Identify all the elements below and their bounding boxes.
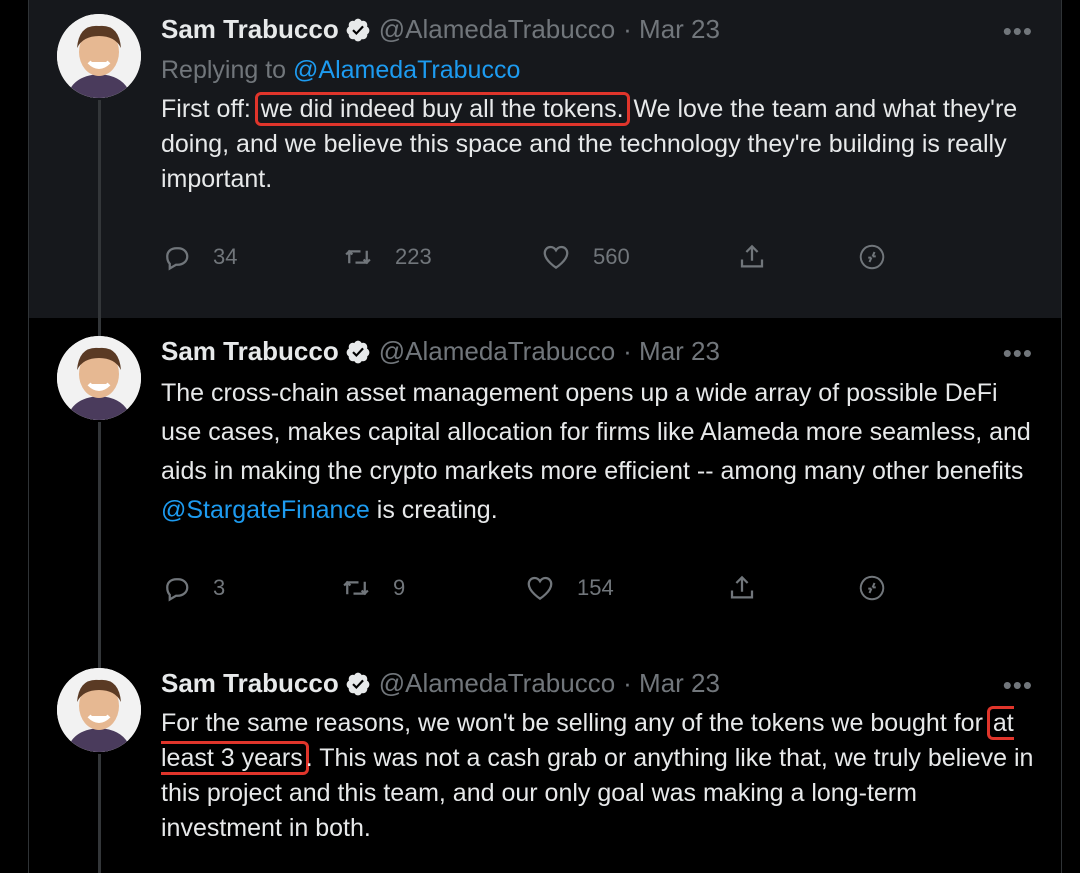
avatar[interactable] <box>57 668 141 752</box>
share-icon <box>730 575 754 599</box>
tweet-text-part: is creating. <box>369 496 498 524</box>
heart-icon <box>543 245 569 269</box>
thread-line <box>98 318 101 336</box>
tweet-date[interactable]: · Mar 23 <box>623 14 720 45</box>
tweet-text: The cross-chain asset management opens u… <box>161 374 1041 530</box>
highlighted-text: we did indeed buy all the tokens. <box>254 92 630 126</box>
tweet-1[interactable]: Sam Trabucco @AlamedaTrabucco · Mar 23 •… <box>29 0 1061 318</box>
more-options-icon[interactable]: ••• <box>1003 338 1033 369</box>
retweet-button[interactable]: 223 <box>343 237 432 277</box>
tweet-header: Sam Trabucco @AlamedaTrabucco · Mar 23 <box>161 14 720 45</box>
tweet-actions: 3 9 154 <box>161 568 921 608</box>
heart-icon <box>527 576 553 600</box>
tweet-date[interactable]: · Mar 23 <box>623 336 720 367</box>
avatar[interactable] <box>57 336 141 420</box>
share-icon <box>740 244 764 268</box>
tweet-text-part: First off: <box>161 95 258 123</box>
analytics-icon <box>859 575 885 601</box>
timeline-column: Sam Trabucco @AlamedaTrabucco · Mar 23 •… <box>28 0 1062 873</box>
like-button[interactable]: 154 <box>525 568 614 608</box>
verified-badge-icon <box>346 18 370 41</box>
like-count: 154 <box>577 575 614 600</box>
retweet-icon <box>345 249 371 265</box>
tweet-text: For the same reasons, we won't be sellin… <box>161 706 1041 846</box>
reply-icon <box>166 247 189 271</box>
mention-link[interactable]: @StargateFinance <box>161 496 370 524</box>
tweet-text: First off: we did indeed buy all the tok… <box>161 92 1041 197</box>
tweet-date[interactable]: · Mar 23 <box>623 668 720 699</box>
thread-line <box>98 100 101 318</box>
like-button[interactable]: 560 <box>541 237 630 277</box>
more-options-icon[interactable]: ••• <box>1003 16 1033 47</box>
reply-icon <box>166 578 189 602</box>
share-button[interactable] <box>737 237 789 277</box>
verified-badge-icon <box>346 672 370 695</box>
verified-badge-icon <box>346 340 370 363</box>
more-options-icon[interactable]: ••• <box>1003 670 1033 701</box>
retweet-icon <box>343 580 369 596</box>
reply-button[interactable]: 3 <box>161 568 225 608</box>
author-name[interactable]: Sam Trabucco <box>161 336 339 367</box>
thread-line <box>98 650 101 668</box>
reply-count: 34 <box>213 244 238 269</box>
thread-line <box>98 754 101 873</box>
author-handle[interactable]: @AlamedaTrabucco <box>379 336 615 367</box>
tweet-header: Sam Trabucco @AlamedaTrabucco · Mar 23 <box>161 668 720 699</box>
analytics-button[interactable] <box>857 237 909 277</box>
author-name[interactable]: Sam Trabucco <box>161 668 339 699</box>
retweet-count: 223 <box>395 244 432 269</box>
retweet-button[interactable]: 9 <box>341 568 405 608</box>
reply-count: 3 <box>213 575 226 600</box>
share-button[interactable] <box>727 568 779 608</box>
tweet-header: Sam Trabucco @AlamedaTrabucco · Mar 23 <box>161 336 720 367</box>
author-name[interactable]: Sam Trabucco <box>161 14 339 45</box>
like-count: 560 <box>593 244 630 269</box>
analytics-icon <box>859 244 885 270</box>
thread-line <box>98 422 101 650</box>
tweet-actions: 34 223 560 <box>161 237 921 277</box>
tweet-3[interactable]: Sam Trabucco @AlamedaTrabucco · Mar 23 •… <box>29 650 1061 873</box>
replying-to-handle[interactable]: @AlamedaTrabucco <box>293 56 520 84</box>
avatar[interactable] <box>57 14 141 98</box>
tweet-text-part: For the same reasons, we won't be sellin… <box>161 709 990 737</box>
replying-to-label: Replying to <box>161 56 294 84</box>
tweet-text-part: The cross-chain asset management opens u… <box>161 379 1031 485</box>
reply-button[interactable]: 34 <box>161 237 237 277</box>
tweet-2[interactable]: Sam Trabucco @AlamedaTrabucco · Mar 23 •… <box>29 318 1061 650</box>
analytics-button[interactable] <box>857 568 909 608</box>
author-handle[interactable]: @AlamedaTrabucco <box>379 14 615 45</box>
author-handle[interactable]: @AlamedaTrabucco <box>379 668 615 699</box>
replying-to: Replying to @AlamedaTrabucco <box>161 56 520 85</box>
retweet-count: 9 <box>393 575 406 600</box>
